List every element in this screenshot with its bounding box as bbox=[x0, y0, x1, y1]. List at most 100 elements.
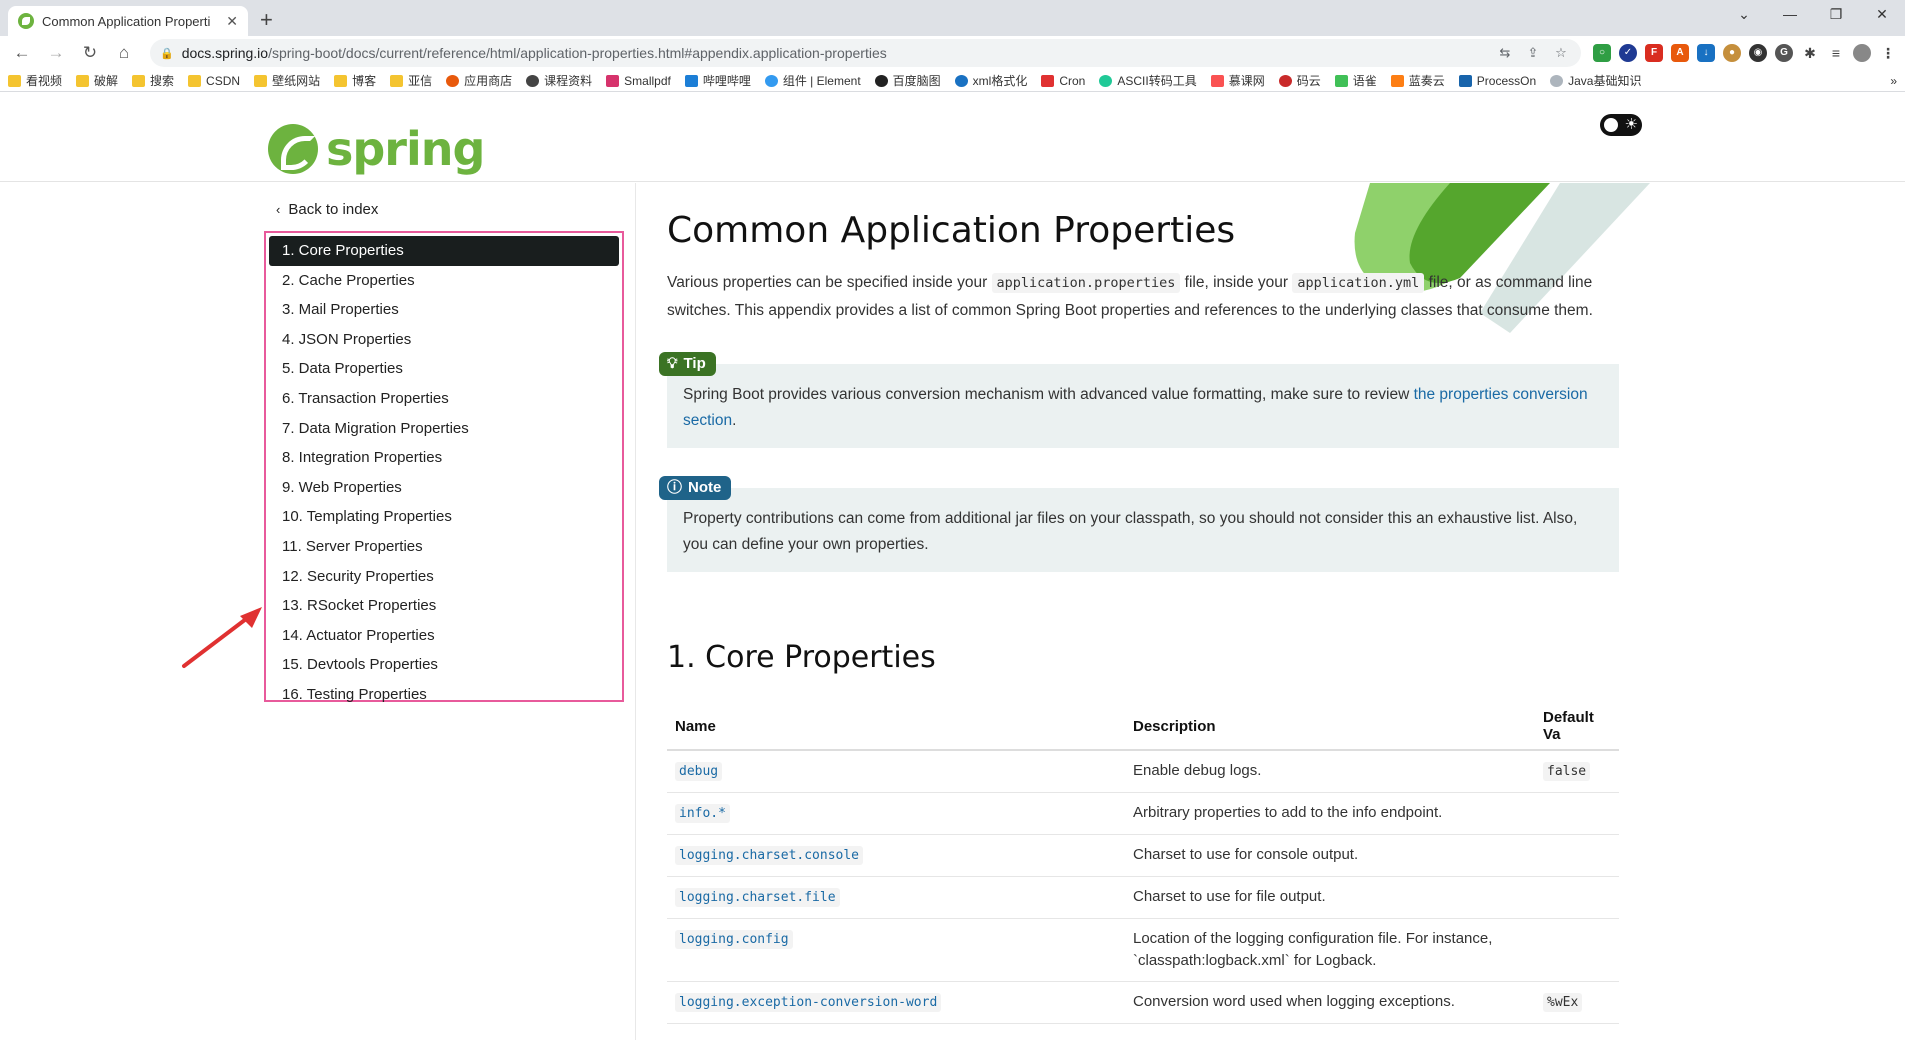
toc-item-data-migration-properties[interactable]: 7. Data Migration Properties bbox=[269, 414, 619, 444]
bookmark[interactable]: 哔哩哔哩 bbox=[684, 72, 751, 89]
menu-icon[interactable]: ⋮ bbox=[1879, 44, 1897, 62]
bookmark-label: 课程资料 bbox=[544, 74, 593, 88]
browser-tab[interactable]: Common Application Properti ✕ bbox=[8, 6, 248, 36]
table-header-row: Name Description Default Va bbox=[667, 703, 1619, 751]
minimize-icon[interactable]: — bbox=[1767, 0, 1813, 30]
extension-icon[interactable]: ✓ bbox=[1619, 44, 1637, 62]
note-badge: ⓘ Note bbox=[659, 476, 732, 500]
cron-icon bbox=[1041, 74, 1055, 87]
property-name[interactable]: logging.charset.file bbox=[675, 888, 840, 907]
spring-logo[interactable]: spring bbox=[268, 122, 485, 176]
toc-item-integration-properties[interactable]: 8. Integration Properties bbox=[269, 443, 619, 473]
toc-item-testing-properties[interactable]: 16. Testing Properties bbox=[269, 680, 619, 710]
property-description: Enable debug logs. bbox=[1125, 750, 1535, 793]
bookmark[interactable]: 语雀 bbox=[1334, 72, 1377, 89]
restore-icon[interactable]: ❐ bbox=[1813, 0, 1859, 30]
toc-item-rsocket-properties[interactable]: 13. RSocket Properties bbox=[269, 591, 619, 621]
toc-item-mail-properties[interactable]: 3. Mail Properties bbox=[269, 295, 619, 325]
bookmark[interactable]: 破解 bbox=[76, 72, 118, 89]
forward-arrow-icon[interactable]: → bbox=[42, 39, 70, 67]
table-of-contents: 1. Core Properties 2. Cache Properties 3… bbox=[264, 231, 624, 703]
bookmark[interactable]: 搜索 bbox=[132, 72, 174, 89]
note-text: Property contributions can come from add… bbox=[683, 510, 1578, 553]
extension-icon[interactable]: ↓ bbox=[1697, 44, 1715, 62]
property-name[interactable]: debug bbox=[675, 762, 723, 781]
toc-item-data-properties[interactable]: 5. Data Properties bbox=[269, 354, 619, 384]
back-arrow-icon[interactable]: ← bbox=[8, 39, 36, 67]
extension-icon[interactable]: ● bbox=[1723, 44, 1741, 62]
bookmark[interactable]: Java基础知识 bbox=[1550, 72, 1641, 89]
property-name[interactable]: logging.charset.console bbox=[675, 846, 864, 865]
property-name[interactable]: logging.exception-conversion-word bbox=[675, 993, 942, 1012]
tip-text: Spring Boot provides various conversion … bbox=[683, 386, 1414, 403]
lock-icon[interactable]: 🔒 bbox=[160, 47, 174, 60]
bookmark[interactable]: 博客 bbox=[334, 72, 376, 89]
bookmark[interactable]: 壁纸网站 bbox=[254, 72, 320, 89]
close-window-icon[interactable]: ✕ bbox=[1859, 0, 1905, 30]
folder-icon bbox=[132, 74, 146, 87]
bookmark[interactable]: 慕课网 bbox=[1210, 72, 1265, 89]
toc-item-actuator-properties[interactable]: 14. Actuator Properties bbox=[269, 621, 619, 651]
bookmarks-overflow[interactable]: » bbox=[1890, 74, 1897, 88]
new-tab-button[interactable]: + bbox=[260, 7, 273, 33]
bookmark[interactable]: 百度脑图 bbox=[874, 72, 941, 89]
property-name[interactable]: logging.config bbox=[675, 930, 793, 949]
info-icon: ⓘ bbox=[667, 479, 683, 496]
bookmark-star-icon[interactable]: ☆ bbox=[1551, 45, 1571, 61]
bookmark-label: 看视频 bbox=[26, 74, 63, 88]
bookmark[interactable]: 看视频 bbox=[8, 72, 62, 89]
chevron-left-icon: ‹ bbox=[276, 202, 281, 217]
toc-item-server-properties[interactable]: 11. Server Properties bbox=[269, 532, 619, 562]
property-default: %wEx bbox=[1543, 993, 1583, 1012]
column-header-name: Name bbox=[667, 703, 1125, 751]
toc-item-security-properties[interactable]: 12. Security Properties bbox=[269, 562, 619, 592]
tip-text-end: . bbox=[732, 412, 737, 429]
bookmark[interactable]: Cron bbox=[1041, 74, 1085, 88]
back-to-index-link[interactable]: ‹ Back to index bbox=[276, 201, 378, 218]
extension-icon[interactable]: A bbox=[1671, 44, 1689, 62]
address-bar[interactable]: 🔒 docs.spring.io/spring-boot/docs/curren… bbox=[150, 39, 1581, 67]
bookmark[interactable]: 应用商店 bbox=[446, 72, 512, 89]
bookmark-label: 亚信 bbox=[408, 74, 433, 88]
url-path: /spring-boot/docs/current/reference/html… bbox=[268, 45, 887, 61]
bookmark[interactable]: 亚信 bbox=[390, 72, 432, 89]
toc-item-web-properties[interactable]: 9. Web Properties bbox=[269, 473, 619, 503]
toc-item-templating-properties[interactable]: 10. Templating Properties bbox=[269, 502, 619, 532]
puzzle-icon[interactable]: ✱ bbox=[1801, 44, 1819, 62]
extension-icon[interactable]: G bbox=[1775, 44, 1793, 62]
spring-favicon-icon bbox=[18, 13, 34, 29]
property-name[interactable]: info.* bbox=[675, 804, 730, 823]
table-row: logging.charset.file Charset to use for … bbox=[667, 876, 1619, 919]
bookmark-label: 蓝奏云 bbox=[1408, 74, 1445, 88]
toc-item-transaction-properties[interactable]: 6. Transaction Properties bbox=[269, 384, 619, 414]
extension-icon[interactable]: ○ bbox=[1593, 44, 1611, 62]
bookmark[interactable]: 组件 | Element bbox=[764, 72, 861, 89]
toc-item-devtools-properties[interactable]: 15. Devtools Properties bbox=[269, 650, 619, 680]
window-controls: ⌄ — ❐ ✕ bbox=[1721, 0, 1905, 30]
avatar[interactable] bbox=[1853, 44, 1871, 62]
toc-item-cache-properties[interactable]: 2. Cache Properties bbox=[269, 266, 619, 296]
bookmark[interactable]: 课程资料 bbox=[526, 72, 592, 89]
reading-list-icon[interactable]: ≡ bbox=[1827, 44, 1845, 62]
bookmark[interactable]: 码云 bbox=[1278, 72, 1321, 89]
bookmark-label: xml格式化 bbox=[972, 74, 1028, 88]
bookmark[interactable]: CSDN bbox=[188, 74, 240, 88]
home-icon[interactable]: ⌂ bbox=[110, 39, 138, 67]
reload-icon[interactable]: ↻ bbox=[76, 39, 104, 67]
bookmark[interactable]: ASCII转码工具 bbox=[1099, 72, 1197, 89]
theme-toggle[interactable] bbox=[1600, 114, 1642, 136]
bookmark[interactable]: 蓝奏云 bbox=[1390, 72, 1445, 89]
toc-item-json-properties[interactable]: 4. JSON Properties bbox=[269, 325, 619, 355]
extension-icon[interactable]: F bbox=[1645, 44, 1663, 62]
chevron-down-icon[interactable]: ⌄ bbox=[1721, 0, 1767, 30]
bookmark[interactable]: Smallpdf bbox=[606, 74, 671, 88]
share-icon[interactable]: ⇪ bbox=[1523, 45, 1543, 61]
bookmark[interactable]: xml格式化 bbox=[954, 72, 1028, 89]
close-tab-icon[interactable]: ✕ bbox=[226, 13, 238, 30]
tip-label: Tip bbox=[683, 355, 706, 372]
toc-item-core-properties[interactable]: 1. Core Properties bbox=[269, 236, 619, 266]
translate-icon[interactable]: ⇆ bbox=[1495, 45, 1515, 61]
bookmark[interactable]: ProcessOn bbox=[1458, 74, 1536, 88]
lanzou-icon bbox=[1390, 74, 1404, 87]
extension-icon[interactable]: ◉ bbox=[1749, 44, 1767, 62]
